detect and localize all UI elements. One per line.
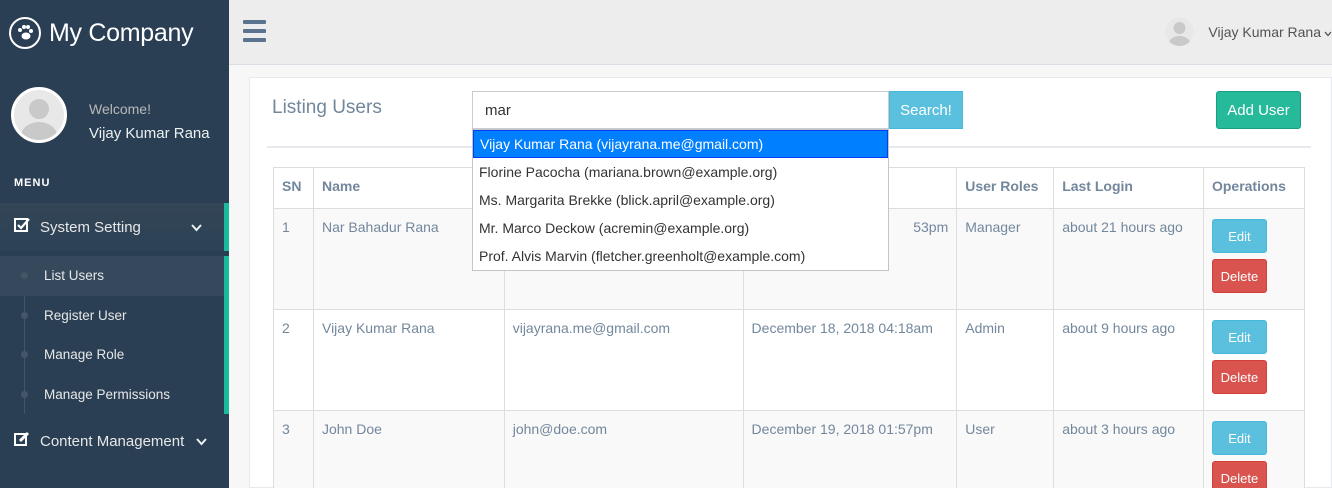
edit-icon bbox=[14, 431, 32, 452]
sidebar-item-label: Register User bbox=[44, 307, 127, 323]
cell-sn: 1 bbox=[273, 208, 314, 310]
nav-content-management[interactable]: Content Management bbox=[0, 417, 229, 465]
cell-operations: Edit Delete bbox=[1202, 309, 1306, 411]
search-button[interactable]: Search! bbox=[889, 91, 963, 129]
cell-role: Admin bbox=[956, 309, 1055, 411]
user-menu[interactable]: Vijay Kumar Rana bbox=[1165, 17, 1332, 46]
paw-icon bbox=[9, 17, 41, 49]
edit-button[interactable]: Edit bbox=[1211, 421, 1267, 455]
sidebar-item-register-user[interactable]: Register User bbox=[0, 296, 224, 336]
avatar bbox=[1165, 17, 1195, 46]
delete-button[interactable]: Delete bbox=[1211, 360, 1267, 394]
welcome-text: Welcome! bbox=[89, 101, 151, 117]
column-header[interactable]: SN bbox=[273, 167, 314, 209]
cell-created: December 19, 2018 01:57pm bbox=[742, 410, 958, 488]
cell-role: User bbox=[956, 410, 1055, 488]
chevron-down-icon bbox=[196, 434, 207, 449]
cell-name: John Doe bbox=[312, 410, 505, 488]
cell-email: vijayrana.me@gmail.com bbox=[503, 309, 744, 411]
chevron-down-icon bbox=[1324, 24, 1332, 40]
brand-title: My Company bbox=[49, 18, 194, 47]
cell-operations: Edit Delete bbox=[1202, 208, 1306, 310]
nav-label: System Setting bbox=[40, 218, 141, 236]
avatar bbox=[11, 87, 67, 143]
nav-label: Content Management bbox=[40, 432, 185, 450]
top-navbar: Vijay Kumar Rana bbox=[229, 0, 1332, 65]
chevron-down-icon bbox=[191, 220, 202, 235]
page-title: Listing Users bbox=[272, 97, 382, 118]
cell-sn: 3 bbox=[273, 410, 314, 488]
search-input[interactable] bbox=[472, 91, 889, 129]
column-header[interactable]: Operations bbox=[1202, 167, 1306, 209]
cell-name: Vijay Kumar Rana bbox=[312, 309, 505, 411]
cell-last-login: about 3 hours ago bbox=[1053, 410, 1204, 488]
brand[interactable]: My Company bbox=[0, 0, 229, 66]
autocomplete-option[interactable]: Ms. Margarita Brekke (blick.april@exampl… bbox=[473, 186, 888, 214]
sidebar-item-label: Manage Permissions bbox=[44, 386, 171, 402]
nav-system-setting[interactable]: System Setting bbox=[0, 203, 229, 251]
autocomplete-option[interactable]: Florine Pacocha (mariana.brown@example.o… bbox=[473, 158, 888, 186]
delete-button[interactable]: Delete bbox=[1211, 461, 1267, 488]
cell-email: john@doe.com bbox=[503, 410, 744, 488]
submenu-system-setting: List Users Register User Manage Role Man… bbox=[0, 256, 229, 414]
column-header[interactable]: User Roles bbox=[956, 167, 1055, 209]
bullet-icon bbox=[21, 311, 28, 319]
delete-button[interactable]: Delete bbox=[1211, 259, 1267, 293]
profile-panel: Welcome! Vijay Kumar Rana bbox=[0, 66, 229, 166]
profile-name: Vijay Kumar Rana bbox=[89, 125, 210, 142]
autocomplete-option[interactable]: Prof. Alvis Marvin (fletcher.greenholt@e… bbox=[473, 242, 888, 270]
cell-role: Manager bbox=[956, 208, 1055, 310]
user-name: Vijay Kumar Rana bbox=[1208, 23, 1321, 40]
checkbox-icon bbox=[14, 217, 32, 238]
bullet-icon bbox=[21, 390, 28, 398]
autocomplete-option[interactable]: Mr. Marco Deckow (acremin@example.org) bbox=[473, 214, 888, 242]
sidebar-item-manage-role[interactable]: Manage Role bbox=[0, 335, 224, 375]
add-user-button[interactable]: Add User bbox=[1216, 91, 1301, 129]
autocomplete-option[interactable]: Vijay Kumar Rana (vijayrana.me@gmail.com… bbox=[473, 130, 888, 158]
bullet-icon bbox=[21, 351, 28, 359]
column-header[interactable]: Last Login bbox=[1053, 167, 1204, 209]
menu-toggle-icon[interactable] bbox=[243, 20, 266, 47]
edit-button[interactable]: Edit bbox=[1211, 219, 1267, 253]
edit-button[interactable]: Edit bbox=[1211, 320, 1267, 354]
sidebar-item-manage-permissions[interactable]: Manage Permissions bbox=[0, 375, 224, 415]
cell-operations: Edit Delete bbox=[1202, 410, 1306, 488]
table-row: 2 Vijay Kumar Rana vijayrana.me@gmail.co… bbox=[273, 309, 1306, 411]
cell-sn: 2 bbox=[273, 309, 314, 411]
sidebar-item-label: Manage Role bbox=[44, 347, 125, 363]
cell-last-login: about 9 hours ago bbox=[1053, 309, 1204, 411]
cell-created: December 18, 2018 04:18am bbox=[742, 309, 958, 411]
cell-last-login: about 21 hours ago bbox=[1053, 208, 1204, 310]
menu-title: MENU bbox=[14, 177, 51, 189]
sidebar-item-label: List Users bbox=[44, 268, 105, 284]
sidebar: My Company Welcome! Vijay Kumar Rana MEN… bbox=[0, 0, 229, 488]
sidebar-item-list-users[interactable]: List Users bbox=[0, 256, 224, 296]
bullet-icon bbox=[21, 272, 28, 280]
table-row: 3 John Doe john@doe.com December 19, 201… bbox=[273, 410, 1306, 488]
autocomplete-dropdown: Vijay Kumar Rana (vijayrana.me@gmail.com… bbox=[472, 129, 889, 271]
